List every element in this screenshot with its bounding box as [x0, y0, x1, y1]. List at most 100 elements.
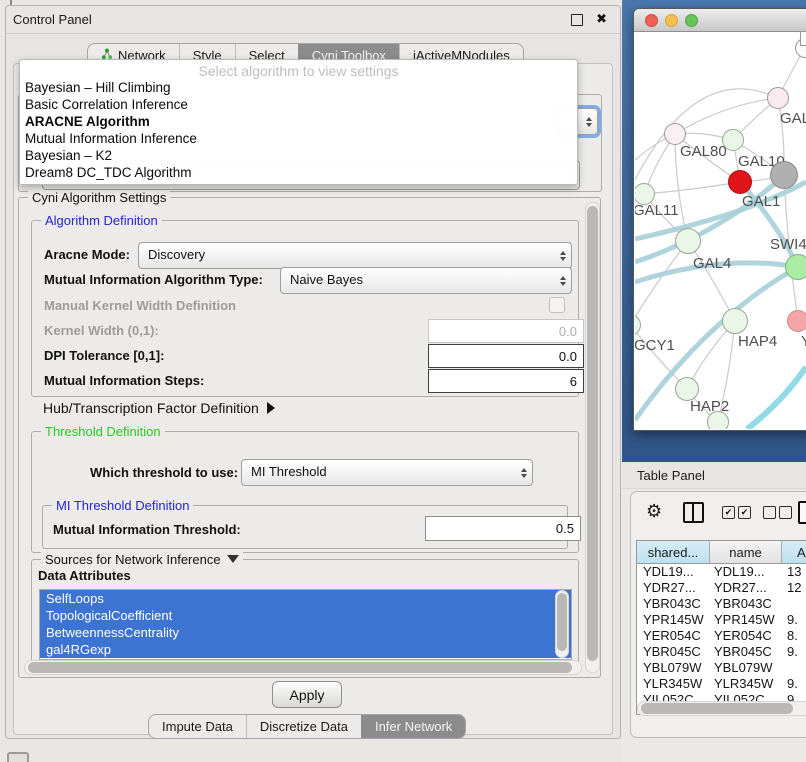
cyni-bottom-tabbar: Impute Data Discretize Data Infer Network [148, 714, 466, 739]
algorithm-definition-title: Algorithm Definition [41, 213, 162, 228]
aracne-mode-combobox[interactable]: Discovery [138, 242, 572, 269]
attribute-topologicalcoefficient[interactable]: TopologicalCoefficient [40, 607, 571, 624]
manual-kernel-width-label: Manual Kernel Width Definition [44, 298, 236, 313]
algorithm-dropdown-placeholder: Select algorithm to view settings [20, 63, 577, 80]
control-panel-window: Control Panel ✖ NetworkStyleSelectCyni T… [5, 5, 621, 739]
cell-4-2: 8. [782, 628, 806, 644]
sources-group-label: Sources for Network Inference [45, 552, 221, 567]
table-row-5[interactable]: YBR045CYBR045C9. [637, 644, 806, 660]
mi-steps-input[interactable]: 6 [428, 369, 584, 393]
deselect-all-checkbox-icon[interactable] [763, 506, 776, 519]
node-gray[interactable] [770, 161, 798, 189]
select-all-checkbox-icon[interactable]: ✔ [738, 506, 751, 519]
screen: Control Panel ✖ NetworkStyleSelectCyni T… [0, 0, 806, 762]
attributes-scrollbar-thumb[interactable] [557, 593, 567, 651]
table-horizontal-scrollbar-thumb[interactable] [641, 703, 793, 714]
node-gal4[interactable] [675, 228, 701, 254]
attribute-betweennesscentrality[interactable]: BetweennessCentrality [40, 624, 571, 641]
node-gal1-label: GAL1 [742, 193, 780, 210]
algorithm-dropdown-list: Select algorithm to view settings Bayesi… [19, 59, 578, 185]
node-swi4[interactable] [785, 254, 806, 280]
node-partial-bottom[interactable] [707, 411, 729, 429]
kernel-width-input[interactable]: 0.0 [428, 319, 584, 343]
deselect-all-checkbox-icon[interactable] [779, 506, 792, 519]
table-row-0[interactable]: YDL19...YDL19...13 [637, 564, 806, 580]
algorithm-option-aracne-algorithm[interactable]: ARACNE Algorithm [20, 114, 577, 131]
mi-steps-label: Mutual Information Steps: [44, 373, 204, 388]
tab-discretize-data[interactable]: Discretize Data [246, 715, 361, 738]
network-toolbar-fragment [800, 31, 806, 46]
node-hap4[interactable] [722, 308, 748, 334]
mi-threshold-definition-title: MI Threshold Definition [52, 498, 193, 513]
network-canvas[interactable]: GALGAL80GAL10GAL1GAL11SWI4GAL4HAP4YGCY1H… [635, 32, 806, 429]
sources-group-title[interactable]: Sources for Network Inference [41, 552, 243, 567]
aracne-mode-value: Discovery [148, 247, 549, 262]
attribute-gal4rgexp[interactable]: gal4RGexp [40, 641, 571, 658]
node-gal10[interactable] [722, 129, 744, 151]
node-gal1[interactable] [728, 170, 752, 194]
algorithm-option-bayesian-hill-climbing[interactable]: Bayesian – Hill Climbing [20, 80, 577, 97]
cell-4-0: YER054C [637, 628, 710, 644]
node-y[interactable] [787, 310, 806, 332]
table-horizontal-scrollbar[interactable] [637, 701, 806, 716]
select-all-checkbox-icon[interactable]: ✔ [722, 506, 735, 519]
tab-discretize-data-label: Discretize Data [260, 719, 348, 734]
table-row-7[interactable]: YLR345WYLR345W9. [637, 676, 806, 692]
column-header-shared[interactable]: shared... [637, 541, 710, 563]
table-row-3[interactable]: YPR145WYPR145W9. [637, 612, 806, 628]
algorithm-option-bayesian-k2[interactable]: Bayesian – K2 [20, 148, 577, 165]
table-row-4[interactable]: YER054CYER054C8. [637, 628, 806, 644]
close-traffic-light-icon[interactable] [645, 14, 658, 27]
file-icon[interactable] [798, 501, 806, 524]
column-header-a[interactable]: A [782, 541, 806, 563]
settings-vertical-scrollbar-thumb[interactable] [587, 206, 598, 661]
manual-kernel-width-checkbox[interactable] [549, 297, 565, 313]
mi-threshold-input[interactable]: 0.5 [425, 516, 581, 541]
which-threshold-value: MI Threshold [251, 464, 510, 479]
settings-gear-icon[interactable]: ⚙ [646, 501, 662, 522]
edge-cyan-27 [747, 367, 806, 429]
cyni-algorithm-settings-group: Cyni Algorithm Settings Algorithm Defini… [18, 197, 601, 678]
table-row-1[interactable]: YDR27...YDR27...12 [637, 580, 806, 596]
column-header-name[interactable]: name [710, 541, 782, 563]
table-row-2[interactable]: YBR043CYBR043C [637, 596, 806, 612]
stepper-arrows-icon [560, 276, 566, 286]
float-window-icon[interactable] [571, 14, 583, 26]
kernel-width-label: Kernel Width (0,1): [44, 323, 159, 338]
edge-thin-11 [644, 182, 740, 194]
minimize-traffic-light-icon[interactable] [665, 14, 678, 27]
network-window-titlebar [634, 9, 806, 32]
table-panel-title: Table Panel [637, 468, 705, 483]
tab-impute-data[interactable]: Impute Data [149, 715, 246, 738]
attributes-scrollbar[interactable] [555, 590, 569, 658]
mi-algorithm-type-combobox[interactable]: Naive Bayes [280, 267, 572, 294]
control-panel-title: Control Panel [13, 12, 92, 27]
panel-toggle-button[interactable] [7, 752, 29, 762]
node-gal4-label: GAL4 [693, 255, 731, 272]
table-row-6[interactable]: YBL079WYBL079W [637, 660, 806, 676]
settings-horizontal-scrollbar-thumb[interactable] [28, 662, 572, 673]
node-gal80[interactable] [664, 123, 686, 145]
cell-2-0: YBR043C [637, 596, 710, 612]
hub-definition-expander[interactable]: Hub/Transcription Factor Definition [43, 400, 275, 416]
node-gal[interactable] [767, 87, 789, 109]
apply-button[interactable]: Apply [272, 681, 342, 708]
which-threshold-combobox[interactable]: MI Threshold [241, 459, 533, 486]
node-hap4-label: HAP4 [738, 333, 777, 350]
node-gcy1-label: GCY1 [635, 337, 675, 354]
settings-vertical-scrollbar[interactable] [585, 202, 600, 673]
algorithm-option-basic-correlation-inference[interactable]: Basic Correlation Inference [20, 97, 577, 114]
cell-2-2 [782, 596, 806, 612]
zoom-traffic-light-icon[interactable] [685, 14, 698, 27]
close-icon[interactable]: ✖ [596, 11, 607, 27]
threshold-definition-group: Threshold Definition Which threshold to … [31, 431, 579, 553]
attribute-selfloops[interactable]: SelfLoops [40, 590, 571, 607]
settings-horizontal-scrollbar[interactable] [24, 660, 582, 675]
algorithm-option-mutual-information-inference[interactable]: Mutual Information Inference [20, 131, 577, 148]
algorithm-option-dream8-dc-tdc-algorithm[interactable]: Dream8 DC_TDC Algorithm [20, 165, 577, 182]
dpi-tolerance-input[interactable]: 0.0 [428, 344, 584, 368]
collapse-down-icon [227, 555, 239, 563]
column-layout-icon[interactable] [683, 502, 704, 523]
tab-infer-network[interactable]: Infer Network [361, 715, 465, 738]
cell-2-1: YBR043C [710, 596, 782, 612]
